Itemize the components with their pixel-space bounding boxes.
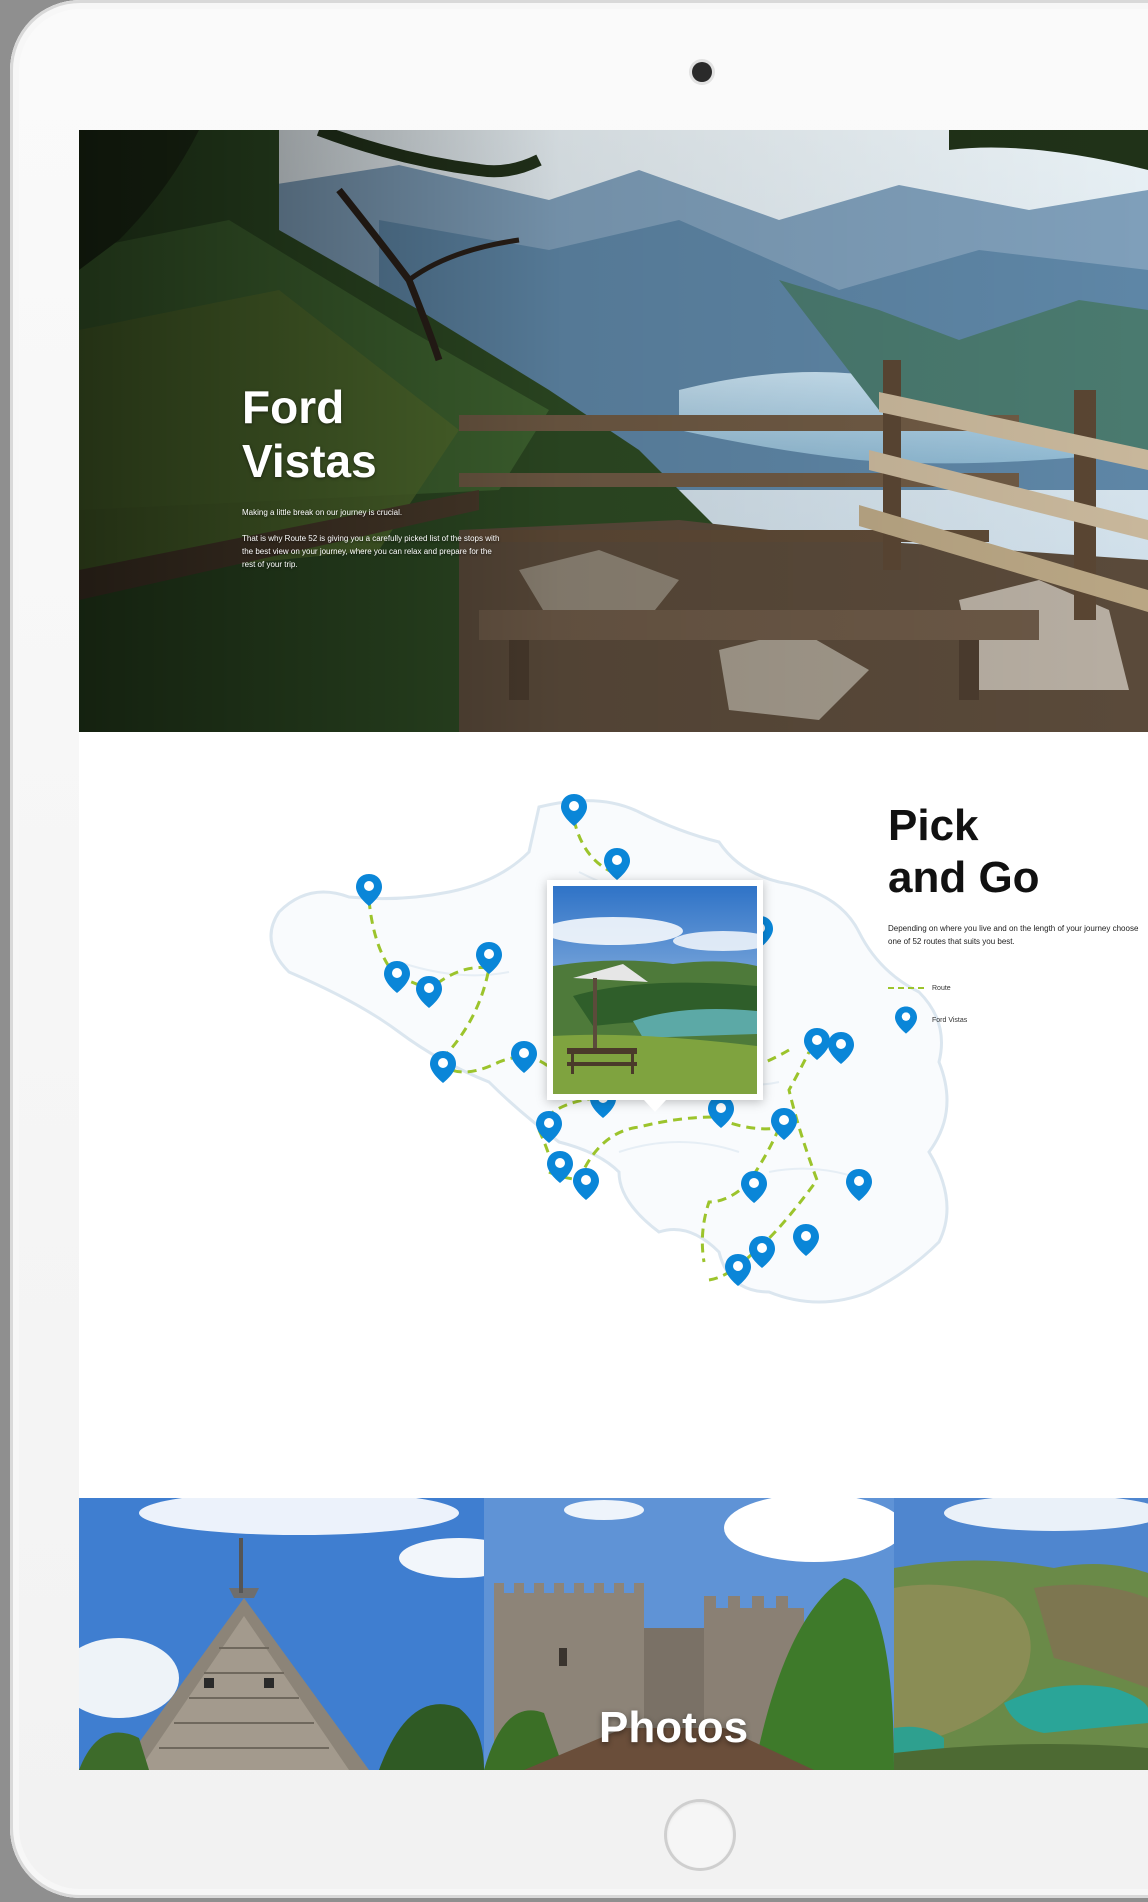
map-pin-icon[interactable] (573, 1168, 599, 1200)
front-camera (692, 62, 712, 82)
hero-banner: Ford Vistas Making a little break on our… (79, 130, 1148, 732)
legend-item-ford-vistas: Ford Vistas (888, 1004, 1143, 1036)
hero-title: Ford Vistas (242, 381, 377, 487)
section-title: Pick and Go (888, 801, 1040, 902)
screen: Ford Vistas Making a little break on our… (79, 130, 1148, 1770)
dashed-route-line-icon (888, 987, 924, 989)
photos-label[interactable]: Photos (599, 1703, 748, 1753)
home-button[interactable] (667, 1802, 733, 1868)
section-description: Depending on where you live and on the l… (888, 924, 1139, 946)
photo-river-canyon[interactable] (894, 1498, 1148, 1770)
hero-landscape-image (79, 130, 1148, 732)
hero-paragraph-1: Making a little break on our journey is … (242, 508, 403, 517)
photo-wooden-church[interactable] (79, 1498, 484, 1770)
map-pin-icon[interactable] (430, 1051, 456, 1083)
photos-strip: Photos (79, 1498, 1148, 1770)
map-pin-icon (888, 1003, 924, 1037)
pick-and-go-panel: Pick and Go Depending on where you live … (888, 800, 1143, 1036)
popup-pointer (644, 1100, 666, 1112)
location-photo (553, 886, 757, 1094)
legend-item-route: Route (888, 972, 1143, 1004)
hero-paragraph-2: That is why Route 52 is giving you a car… (242, 534, 500, 569)
hero-text-block: Ford Vistas Making a little break on our… (242, 380, 502, 584)
legend-label: Route (932, 984, 951, 992)
route-map-section: Pick and Go Depending on where you live … (79, 732, 1148, 1492)
legend-label: Ford Vistas (932, 1016, 968, 1024)
location-preview-popup[interactable] (547, 880, 763, 1112)
